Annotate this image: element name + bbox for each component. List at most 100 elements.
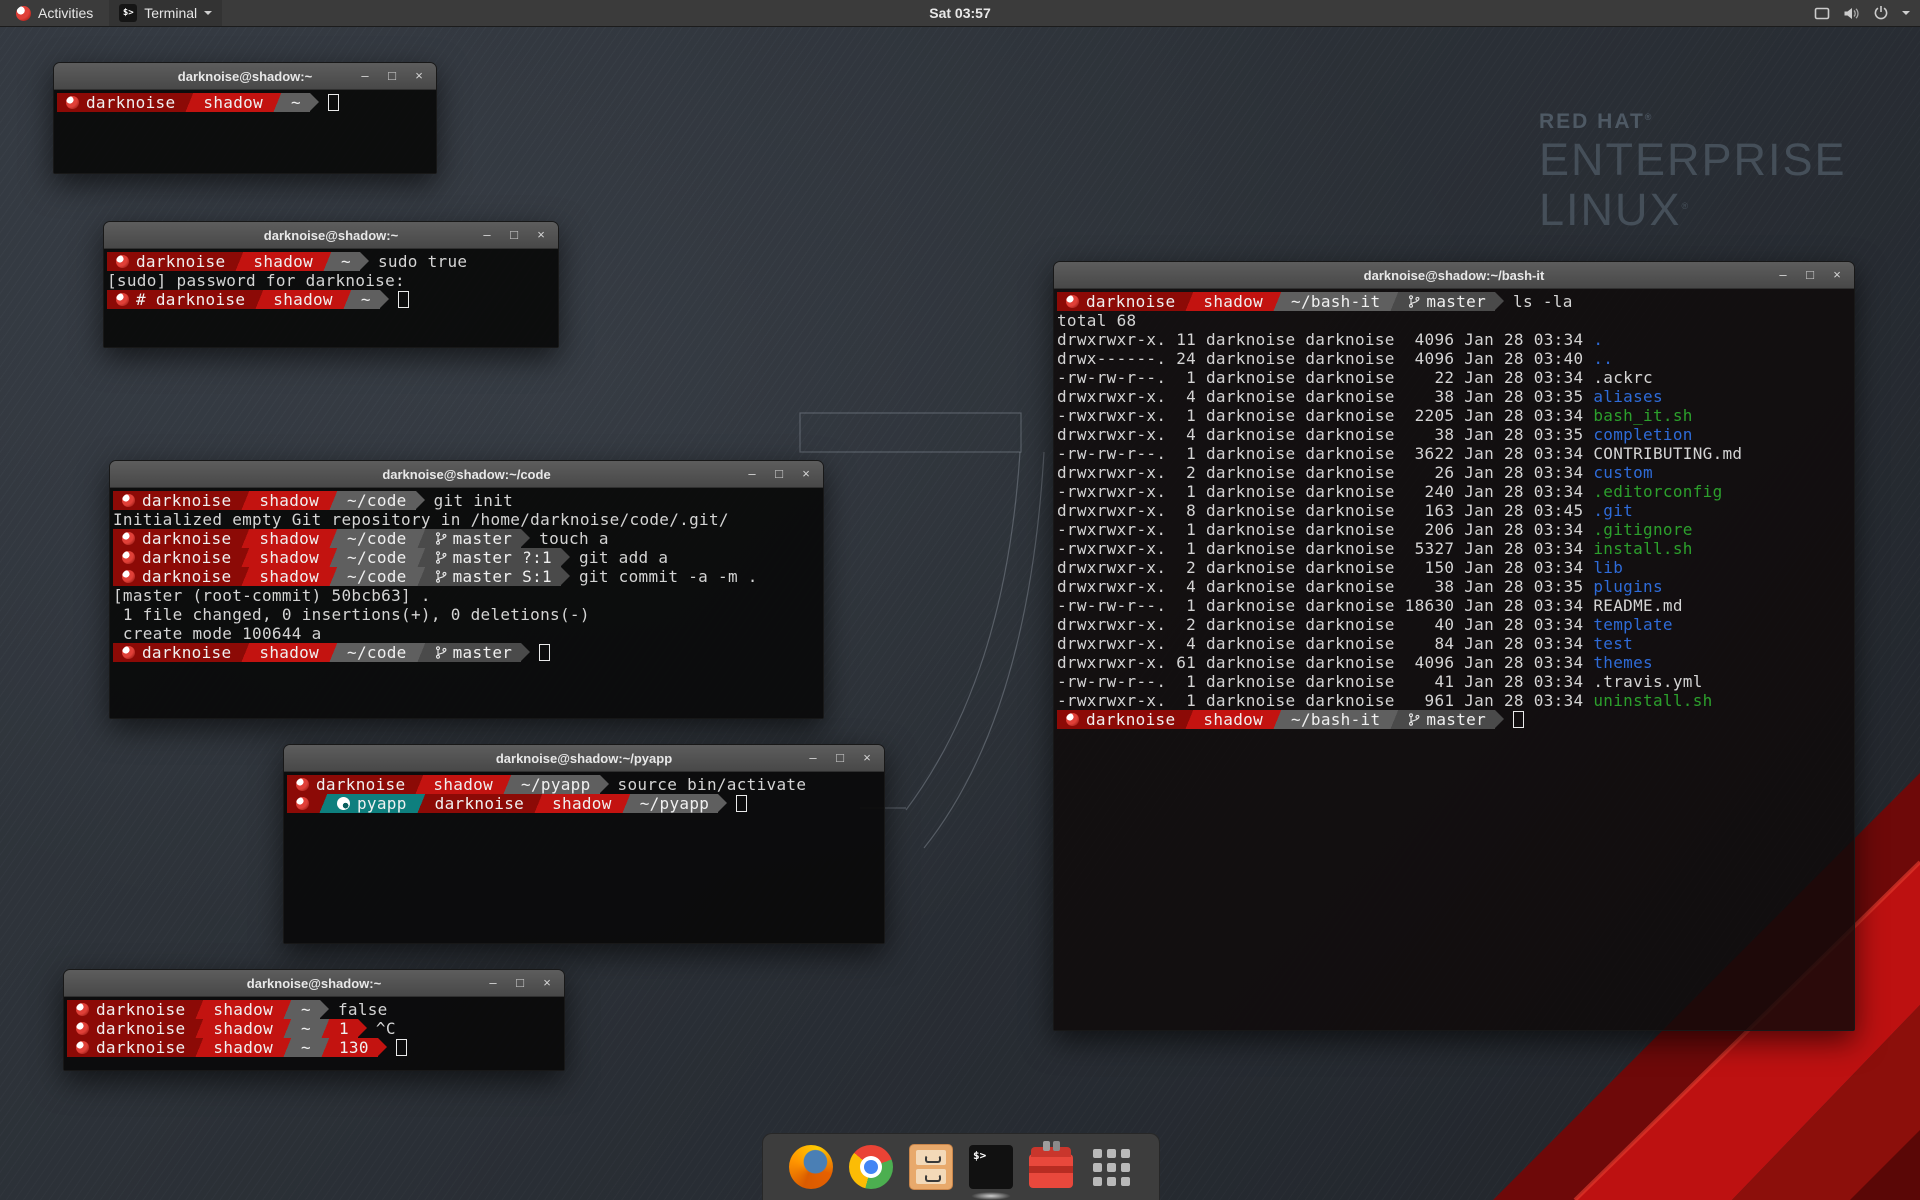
close-button[interactable]: ×	[860, 745, 874, 771]
output-text: -rwxrwxr-x. 1 darknoise darknoise 206 Ja…	[1057, 520, 1593, 539]
maximize-button[interactable]: □	[833, 745, 847, 771]
maximize-button[interactable]: □	[513, 970, 527, 996]
desktop: Activities $> Terminal Sat 03:57	[0, 0, 1920, 1200]
output-text: drwxrwxr-x. 8 darknoise darknoise 163 Ja…	[1057, 501, 1593, 520]
output-text: CONTRIBUTING.md	[1593, 444, 1742, 463]
minimize-button[interactable]: –	[745, 461, 759, 487]
prompt-segment: master	[426, 529, 522, 548]
prompt-segment: darknoise	[113, 567, 240, 586]
titlebar[interactable]: darknoise@shadow:~/bash-it–□×	[1054, 262, 1854, 289]
close-button[interactable]: ×	[799, 461, 813, 487]
segment-text: darknoise	[142, 567, 231, 586]
maximize-button[interactable]: □	[385, 63, 399, 89]
maximize-button[interactable]: □	[507, 222, 521, 248]
drawer-top	[916, 1150, 946, 1165]
close-button[interactable]: ×	[540, 970, 554, 996]
segment-arrow	[600, 775, 609, 793]
app-grid-icon[interactable]	[1087, 1143, 1135, 1191]
chevron-down-icon	[204, 11, 212, 19]
close-button[interactable]: ×	[412, 63, 426, 89]
terminal-bash-it[interactable]: darknoise@shadow:~/bash-it–□×darknoisesh…	[1053, 261, 1855, 1031]
prompt-segment: darknoise	[113, 529, 240, 548]
file-name: template	[1593, 615, 1672, 634]
terminal-icon[interactable]: $>	[967, 1143, 1015, 1191]
segment-separator	[1389, 292, 1399, 311]
files-icon[interactable]	[907, 1143, 955, 1191]
minimize-button[interactable]: –	[480, 222, 494, 248]
terminal-prompt-line: darknoiseshadow~130	[67, 1038, 564, 1057]
terminal-output-line: drwx------. 24 darknoise darknoise 4096 …	[1057, 349, 1854, 368]
file-name: .	[1593, 330, 1603, 349]
segment-text: shadow	[203, 93, 263, 112]
titlebar[interactable]: darknoise@shadow:~/code–□×	[110, 461, 823, 488]
titlebar[interactable]: darknoise@shadow:~–□×	[54, 63, 436, 90]
titlebar[interactable]: darknoise@shadow:~–□×	[104, 222, 558, 249]
segment-text: shadow	[259, 529, 319, 548]
terminal-content[interactable]: darknoiseshadow~/pyappsource bin/activat…	[284, 772, 884, 943]
terminal-home-small[interactable]: darknoise@shadow:~–□×darknoiseshadow~	[53, 62, 437, 174]
segment-text: 130	[339, 1038, 369, 1057]
terminal-prompt-line: darknoiseshadow~/codegit init	[113, 491, 823, 510]
maximize-button[interactable]: □	[1803, 262, 1817, 288]
toolbox-icon[interactable]	[1027, 1143, 1075, 1191]
activities-button[interactable]: Activities	[8, 0, 101, 26]
python-icon	[337, 797, 350, 810]
segment-separator	[282, 1000, 292, 1019]
segment-text: darknoise	[1086, 710, 1175, 729]
close-button[interactable]: ×	[534, 222, 548, 248]
maximize-button[interactable]: □	[772, 461, 786, 487]
terminal-exitcodes[interactable]: darknoise@shadow:~–□×darknoiseshadow~fal…	[63, 969, 565, 1071]
segment-text: shadow	[213, 1038, 273, 1057]
segment-separator	[320, 1019, 330, 1038]
terminal-output-line: drwxrwxr-x. 2 darknoise darknoise 150 Ja…	[1057, 558, 1854, 577]
terminal-content[interactable]: darknoiseshadow~sudo true[sudo] password…	[104, 249, 558, 347]
minimize-button[interactable]: –	[358, 63, 372, 89]
app-menu-terminal[interactable]: $> Terminal	[109, 0, 222, 26]
file-name: aliases	[1593, 387, 1663, 406]
segment-separator	[282, 1019, 292, 1038]
terminal-content[interactable]: darknoiseshadow~/codegit initInitialized…	[110, 488, 823, 718]
firefox-icon[interactable]	[787, 1143, 835, 1191]
segment-text: darknoise	[1086, 292, 1175, 311]
git-branch-icon	[1408, 294, 1420, 309]
prompt-segment	[287, 794, 318, 813]
terminal-pyapp[interactable]: darknoise@shadow:~/pyapp–□×darknoiseshad…	[283, 744, 885, 944]
activities-label: Activities	[38, 5, 93, 21]
segment-text: shadow	[259, 643, 319, 662]
terminal-prompt-line: darknoiseshadow~	[57, 93, 436, 112]
terminal-sudo[interactable]: darknoise@shadow:~–□×darknoiseshadow~sud…	[103, 221, 559, 348]
prompt-segment: ~/code	[338, 567, 416, 586]
terminal-code[interactable]: darknoise@shadow:~/code–□×darknoiseshado…	[109, 460, 824, 719]
prompt-segment: darknoise	[107, 252, 234, 271]
terminal-output-line: drwxrwxr-x. 4 darknoise darknoise 84 Jan…	[1057, 634, 1854, 653]
file-name: .git	[1593, 501, 1633, 520]
output-text: -rwxrwxr-x. 1 darknoise darknoise 240 Ja…	[1057, 482, 1593, 501]
terminal-prompt-line: darknoiseshadow~/bash-itmasterls -la	[1057, 292, 1854, 311]
chrome-icon[interactable]	[847, 1143, 895, 1191]
terminal-content[interactable]: darknoiseshadow~/bash-itmasterls -latota…	[1054, 289, 1854, 1030]
minimize-button[interactable]: –	[806, 745, 820, 771]
terminal-cursor	[1513, 711, 1524, 728]
terminal-content[interactable]: darknoiseshadow~falsedarknoiseshadow~1^C…	[64, 997, 564, 1070]
segment-text: ~/code	[347, 643, 407, 662]
prompt-segment: shadow	[250, 491, 328, 510]
segment-text: darknoise	[96, 1038, 185, 1057]
segment-separator	[194, 1019, 204, 1038]
prompt-segment: darknoise	[67, 1019, 194, 1038]
terminal-output-line: -rwxrwxr-x. 1 darknoise darknoise 240 Ja…	[1057, 482, 1854, 501]
clock[interactable]: Sat 03:57	[929, 5, 990, 21]
minimize-button[interactable]: –	[1776, 262, 1790, 288]
segment-separator	[194, 1038, 204, 1057]
redhat-icon	[116, 293, 129, 306]
close-button[interactable]: ×	[1830, 262, 1844, 288]
window-controls: –□ ×	[486, 970, 564, 996]
prompt-segment: shadow	[204, 1038, 282, 1057]
terminal-content[interactable]: darknoiseshadow~	[54, 90, 436, 173]
segment-text: darknoise	[142, 491, 231, 510]
titlebar[interactable]: darknoise@shadow:~/pyapp–□×	[284, 745, 884, 772]
git-branch-icon	[1408, 712, 1420, 727]
terminal-output-line: -rw-rw-r--. 1 darknoise darknoise 41 Jan…	[1057, 672, 1854, 691]
titlebar[interactable]: darknoise@shadow:~–□×	[64, 970, 564, 997]
minimize-button[interactable]: –	[486, 970, 500, 996]
system-status-area[interactable]	[1814, 5, 1920, 21]
